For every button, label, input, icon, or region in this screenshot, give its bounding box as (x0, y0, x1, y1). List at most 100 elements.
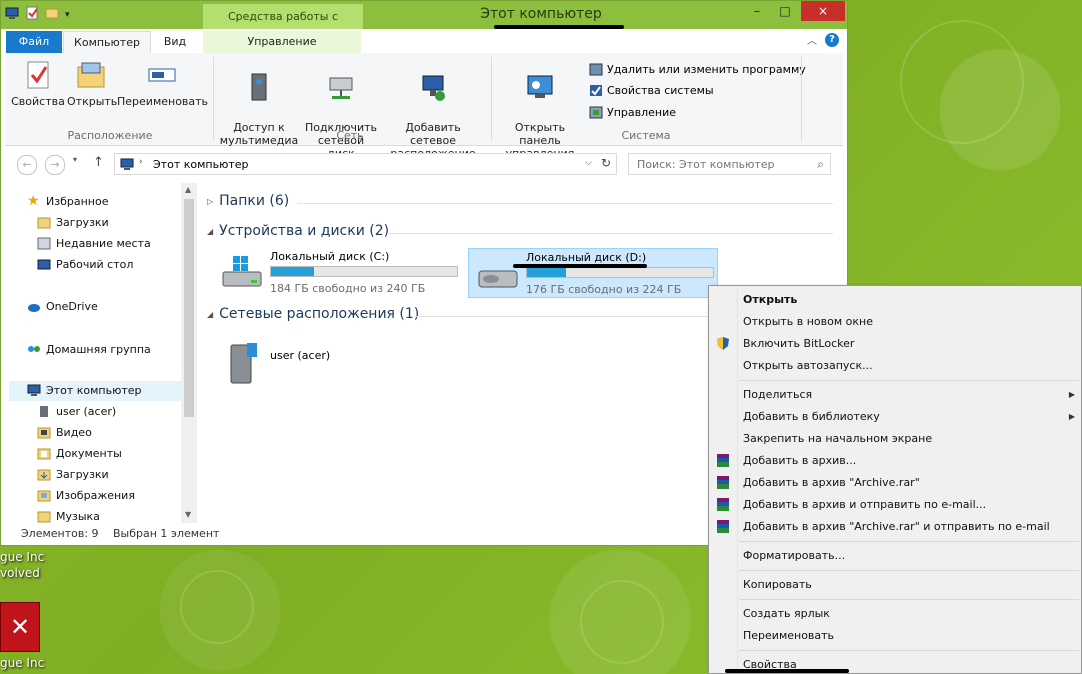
winrar-icon (715, 453, 731, 468)
wallpaper-ornament (180, 570, 254, 644)
navigation-pane: ★ Избранное Загрузки Недавние места Рабо… (5, 183, 197, 523)
properties-button[interactable]: Свойства (11, 59, 65, 108)
open-button[interactable]: Открыть (67, 59, 117, 108)
winrar-icon (715, 497, 731, 512)
nav-item-pictures[interactable]: Изображения (37, 489, 135, 502)
tab-manage[interactable]: Управление (203, 31, 361, 53)
chevron-up-icon[interactable]: ︿ (807, 32, 817, 47)
wallpaper-ornament (580, 580, 664, 664)
nav-item-recent[interactable]: Недавние места (37, 237, 151, 250)
nav-item-onedrive[interactable]: OneDrive (27, 300, 98, 313)
forward-button[interactable]: → (45, 155, 65, 175)
submenu-arrow-icon: ▶ (1068, 412, 1075, 421)
folders-group-header[interactable]: ▷ Папки (6) (207, 193, 289, 209)
tab-view[interactable]: Вид (155, 31, 195, 53)
menu-item-add-archive-rar-email[interactable]: Добавить в архив "Archive.rar" и отправи… (743, 520, 1050, 533)
network-location-item[interactable]: user (acer) (213, 333, 463, 384)
address-bar[interactable]: › Этот компьютер ⌵ ↻ (114, 153, 617, 175)
menu-item-share[interactable]: Поделиться (743, 388, 812, 401)
menu-item-open[interactable]: Открыть (743, 293, 797, 306)
ribbon: Свойства Открыть Переименовать Расположе… (5, 53, 843, 160)
devices-group-header[interactable]: ◢ Устройства и диски (2) (207, 223, 389, 239)
menu-separator (739, 541, 1079, 542)
menu-item-rename[interactable]: Переименовать (743, 629, 834, 642)
computer-icon[interactable] (5, 7, 19, 22)
expand-chevron-icon[interactable]: ▷ (207, 197, 213, 206)
nav-item-downloads-pc[interactable]: Загрузки (37, 468, 109, 481)
game-app-icon[interactable]: ✕ (0, 602, 40, 652)
nav-item-this-pc[interactable]: Этот компьютер (27, 384, 142, 397)
collapse-chevron-icon[interactable]: ◢ (207, 310, 213, 319)
scroll-down-icon[interactable]: ▼ (185, 510, 191, 519)
menu-item-copy[interactable]: Копировать (743, 578, 812, 591)
selection-count: Выбран 1 элемент (113, 527, 220, 540)
desktop-icon-label[interactable]: gue Inc (0, 656, 44, 670)
group-title: Сетевые расположения (1) (219, 306, 420, 322)
menu-item-add-library[interactable]: Добавить в библиотеку (743, 410, 880, 423)
ribbon-separator (801, 57, 802, 141)
nav-item-documents[interactable]: Документы (37, 447, 122, 460)
group-label-network: Сеть (336, 129, 364, 142)
collapse-chevron-icon[interactable]: ◢ (207, 227, 213, 236)
nav-label: user (acer) (56, 405, 117, 418)
new-folder-icon[interactable] (45, 6, 59, 23)
nav-item-video[interactable]: Видео (37, 426, 92, 439)
up-arrow-icon[interactable]: ↑ (93, 155, 104, 170)
network-share-icon (37, 405, 51, 418)
properties-icon (23, 59, 53, 91)
nav-label: OneDrive (46, 300, 98, 313)
minimize-button[interactable]: – (743, 1, 771, 21)
nav-item-desktop[interactable]: Рабочий стол (37, 258, 133, 271)
title-bar[interactable]: ▾ Средства работы с дисками Этот компьют… (1, 1, 847, 48)
search-input[interactable] (635, 157, 809, 172)
nav-scrollbar[interactable]: ▲ ▼ (181, 183, 197, 523)
chevron-down-icon[interactable]: ▾ (65, 10, 70, 20)
annotation-underline (513, 264, 647, 268)
menu-item-autoplay[interactable]: Открыть автозапуск... (743, 359, 873, 372)
back-button[interactable]: ← (17, 155, 37, 175)
nav-item-music[interactable]: Музыка (37, 510, 100, 523)
drive-item-selected[interactable]: Локальный диск (D:) 176 ГБ свободно из 2… (468, 248, 718, 298)
desktop-icon-label[interactable]: volved (0, 566, 40, 580)
network-group-header[interactable]: ◢ Сетевые расположения (1) (207, 306, 419, 322)
recent-locations-chevron-icon[interactable]: ▾ (73, 155, 77, 164)
breadcrumb[interactable]: Этот компьютер (153, 158, 249, 171)
breadcrumb-chevron-icon[interactable]: › (139, 157, 143, 167)
nav-item-homegroup[interactable]: Домашняя группа (27, 343, 151, 356)
menu-separator (739, 599, 1079, 600)
search-icon[interactable]: ⌕ (817, 157, 824, 172)
pictures-folder-icon (37, 489, 51, 502)
menu-item-add-archive[interactable]: Добавить в архив... (743, 454, 856, 467)
drive-item[interactable]: Локальный диск (C:) 184 ГБ свободно из 2… (213, 248, 463, 298)
search-box[interactable]: ⌕ (628, 153, 831, 175)
manage-button[interactable]: Управление (589, 106, 676, 119)
tab-computer[interactable]: Компьютер (63, 31, 151, 54)
desktop-icon-label[interactable]: gue Inc (0, 550, 44, 564)
properties-icon[interactable] (25, 6, 39, 23)
menu-item-open-new-window[interactable]: Открыть в новом окне (743, 315, 873, 328)
menu-separator (739, 570, 1079, 571)
tab-file[interactable]: Файл (6, 31, 62, 53)
scrollbar-thumb[interactable] (184, 199, 194, 417)
uninstall-program-button[interactable]: Удалить или изменить программу (589, 63, 806, 76)
menu-item-format[interactable]: Форматировать... (743, 549, 845, 562)
nav-item-user[interactable]: user (acer) (37, 405, 116, 418)
help-icon[interactable]: ? (825, 33, 839, 47)
close-button[interactable]: × (801, 1, 845, 21)
menu-item-add-archive-rar[interactable]: Добавить в архив "Archive.rar" (743, 476, 920, 489)
media-access-button[interactable]: Доступ к мультимедиа (217, 59, 301, 160)
refresh-icon[interactable]: ↻ (601, 156, 611, 170)
drive-usage-fill (527, 268, 567, 277)
menu-item-add-archive-email[interactable]: Добавить в архив и отправить по e-mail..… (743, 498, 986, 511)
maximize-button[interactable]: □ (771, 1, 799, 21)
menu-item-create-shortcut[interactable]: Создать ярлык (743, 607, 830, 620)
menu-item-bitlocker[interactable]: Включить BitLocker (743, 337, 854, 350)
chevron-down-icon[interactable]: ⌵ (585, 158, 592, 168)
nav-item-favorites[interactable]: ★ Избранное (27, 194, 108, 208)
rename-button[interactable]: Переименовать (117, 59, 208, 108)
scroll-up-icon[interactable]: ▲ (185, 185, 191, 194)
documents-folder-icon (37, 447, 51, 460)
menu-item-pin-start[interactable]: Закрепить на начальном экране (743, 432, 932, 445)
system-properties-button[interactable]: Свойства системы (589, 84, 714, 97)
nav-item-downloads[interactable]: Загрузки (37, 216, 109, 229)
